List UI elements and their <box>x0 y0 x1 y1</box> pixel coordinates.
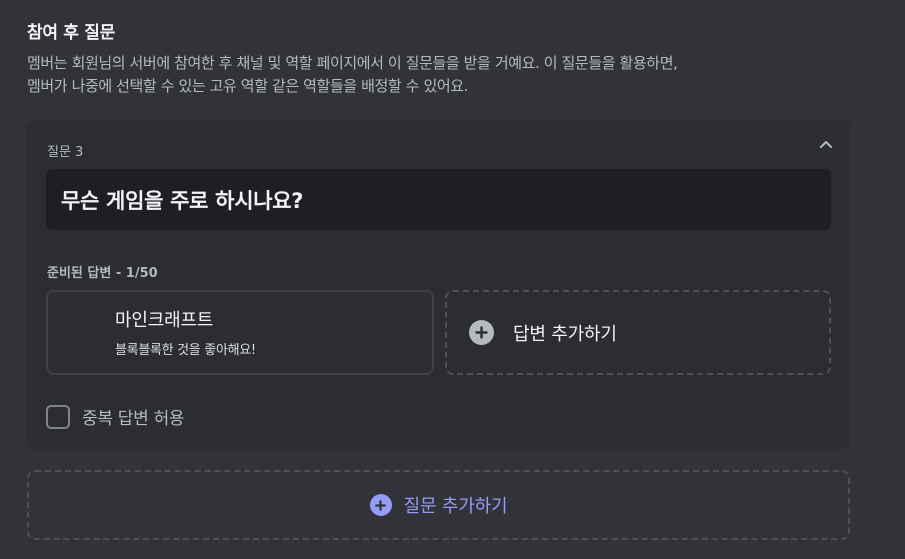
plus-circle-icon <box>469 320 494 345</box>
collapse-button[interactable] <box>816 134 836 154</box>
add-answer-label: 답변 추가하기 <box>513 323 617 345</box>
chevron-up-icon <box>820 141 832 148</box>
description-line-1: 멤버는 회원님의 서버에 참여한 후 채널 및 역할 페이지에서 이 질문들을 … <box>27 54 678 72</box>
onboarding-questions-page: 참여 후 질문 멤버는 회원님의 서버에 참여한 후 채널 및 역할 페이지에서… <box>0 0 905 559</box>
question-text-input[interactable]: 무슨 게임을 주로 하시나요? <box>46 169 831 230</box>
answer-description: 블록블록한 것을 좋아해요! <box>115 343 256 358</box>
answer-title: 마인크래프트 <box>115 310 214 331</box>
description-line-2: 멤버가 나중에 선택할 수 있는 고유 역할 같은 역할들을 배정할 수 있어요… <box>27 77 469 95</box>
section-description: 멤버는 회원님의 서버에 참여한 후 채널 및 역할 페이지에서 이 질문들을 … <box>27 52 877 98</box>
answers-label: 준비된 답변 - 1/50 <box>47 266 158 281</box>
question-card: 질문 3 무슨 게임을 주로 하시나요? 준비된 답변 - 1/50 마인크래프… <box>27 120 850 449</box>
allow-multiple-label: 중복 답변 허용 <box>82 409 185 429</box>
question-label: 질문 3 <box>47 145 84 160</box>
plus-circle-icon <box>369 494 392 516</box>
answer-card[interactable]: 마인크래프트 블록블록한 것을 좋아해요! <box>46 290 434 375</box>
add-answer-button[interactable]: 답변 추가하기 <box>445 290 831 375</box>
section-title: 참여 후 질문 <box>27 23 115 43</box>
allow-multiple-checkbox[interactable] <box>46 404 70 429</box>
add-question-label: 질문 추가하기 <box>403 496 508 517</box>
add-question-button[interactable]: 질문 추가하기 <box>27 470 850 540</box>
allow-multiple-answers-row[interactable]: 중복 답변 허용 <box>46 404 185 429</box>
